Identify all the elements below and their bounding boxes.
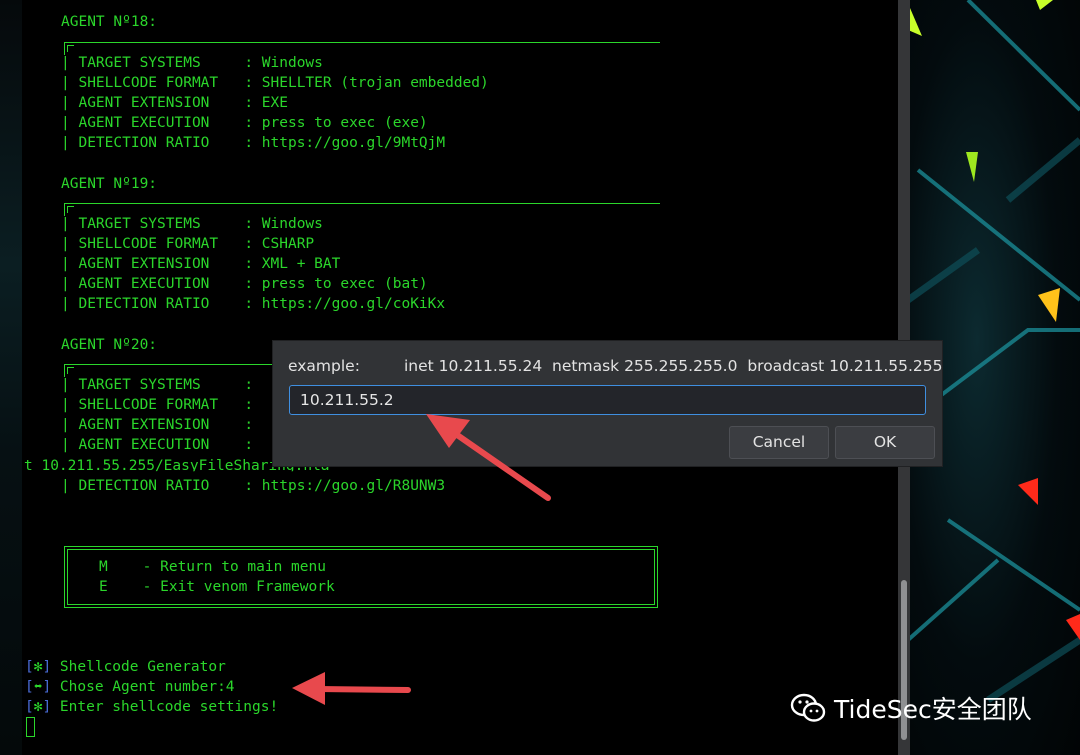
input-dialog: example: inet 10.211.55.24 netmask 255.2… <box>272 340 943 467</box>
bracket-close: ] <box>42 659 52 675</box>
agent-18-header: AGENT Nº18: <box>61 14 158 30</box>
agent-18-row: | AGENT EXTENSION : EXE <box>61 95 288 111</box>
terminal-cursor <box>26 717 35 737</box>
bracket-close: ] <box>42 699 52 715</box>
watermark-text: TideSec安全团队 <box>834 695 1032 724</box>
status-line: [⬌] Chose Agent number:4 <box>25 677 235 697</box>
bracket-open: [ <box>25 699 34 715</box>
ip-address-input[interactable] <box>289 385 926 415</box>
dialog-label: example: <box>288 357 360 375</box>
agent-20-row: | DETECTION RATIO : https://goo.gl/R8UNW… <box>61 478 446 494</box>
wechat-icon <box>790 693 826 722</box>
agent-19-row: | AGENT EXECUTION : press to exec (bat) <box>61 276 428 292</box>
menu-option-main: M - Return to main menu <box>99 559 326 575</box>
agent-20-row: | AGENT EXTENSION : <box>61 417 254 433</box>
status-text: Enter shellcode settings! <box>51 699 279 715</box>
agent-19-row: | DETECTION RATIO : https://goo.gl/coKiK… <box>61 296 446 312</box>
status-line: [✻] Shellcode Generator <box>25 657 226 677</box>
menu-option-exit: E - Exit venom Framework <box>99 579 335 595</box>
cancel-button[interactable]: Cancel <box>729 426 829 459</box>
watermark: TideSec安全团队 <box>790 690 1032 726</box>
agent-18-row: | DETECTION RATIO : https://goo.gl/9MtQj… <box>61 135 446 151</box>
agent-20-header: AGENT Nº20: <box>61 337 158 353</box>
status-line: [✻] Enter shellcode settings! <box>25 697 278 717</box>
agent-20-row: | SHELLCODE FORMAT : <box>61 397 254 413</box>
status-text: Shellcode Generator <box>51 659 226 675</box>
agent-20-row: | TARGET SYSTEMS : <box>61 377 254 393</box>
agent-18-row: | SHELLCODE FORMAT : SHELLTER (trojan em… <box>61 75 489 91</box>
dialog-message: inet 10.211.55.24 netmask 255.255.255.0 … <box>404 357 943 375</box>
agent-20-row: | AGENT EXECUTION : <box>61 437 254 453</box>
agent-18-row: | AGENT EXECUTION : press to exec (exe) <box>61 115 428 131</box>
status-text: Chose Agent number:4 <box>51 679 235 695</box>
bracket-open: [ <box>25 679 34 695</box>
agent-19-header: AGENT Nº19: <box>61 176 158 192</box>
bracket-close: ] <box>42 679 52 695</box>
bracket-open: [ <box>25 659 34 675</box>
agent-19-row: | AGENT EXTENSION : XML + BAT <box>61 256 341 272</box>
ok-button[interactable]: OK <box>835 426 935 459</box>
agent-18-row: | TARGET SYSTEMS : Windows <box>61 55 323 71</box>
desktop-wallpaper-left <box>0 0 22 755</box>
agent-19-row: | SHELLCODE FORMAT : CSHARP <box>61 236 315 252</box>
agent-19-row: | TARGET SYSTEMS : Windows <box>61 216 323 232</box>
